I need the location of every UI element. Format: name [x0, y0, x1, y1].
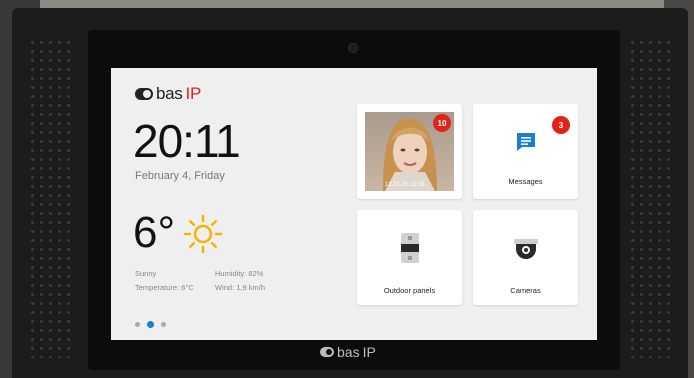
speaker-grille-left	[28, 38, 72, 358]
intercom-device: bas IP 20:11 February 4, Friday 6° Sunny…	[12, 8, 688, 378]
messages-tile[interactable]: 3 Messages	[473, 104, 578, 199]
cameras-label: Cameras	[510, 286, 541, 295]
logo-mark-icon	[135, 88, 153, 100]
weather-humidity: Humidity: 82%	[215, 269, 264, 278]
page-dot[interactable]	[135, 322, 140, 327]
visitor-badge: 10	[433, 114, 451, 132]
sun-icon	[183, 214, 223, 254]
cameras-tile[interactable]: Cameras	[473, 210, 578, 305]
clock-time: 20:11	[133, 115, 241, 167]
weather-wind: Wind: 1,9 km/h	[215, 283, 266, 292]
outdoor-panel-icon	[401, 233, 419, 263]
visitor-timestamp: 12.01.20 22:01	[385, 182, 426, 188]
page-dot[interactable]	[161, 322, 166, 327]
brand-accent: IP	[185, 84, 202, 103]
bezel-brand-logo: bas IP	[320, 344, 376, 360]
page-indicator[interactable]	[135, 321, 166, 328]
weather-temperature-line: Temperature: 6°C	[135, 283, 194, 292]
front-camera-icon	[348, 43, 358, 53]
weather-temperature: 6°	[133, 208, 176, 257]
message-icon	[517, 133, 535, 151]
home-screen[interactable]: bas IP 20:11 February 4, Friday 6° Sunny…	[111, 68, 597, 340]
screen-bezel: bas IP 20:11 February 4, Friday 6° Sunny…	[88, 30, 620, 370]
clock-date: February 4, Friday	[135, 170, 225, 182]
page-dot-active[interactable]	[147, 321, 154, 328]
bezel-brand-accent: IP	[362, 344, 376, 360]
bezel-brand-prefix: bas	[337, 344, 360, 360]
messages-badge: 3	[552, 116, 570, 134]
brand-logo: bas IP	[135, 84, 201, 104]
visitor-tile[interactable]: 12.01.20 22:01 10	[357, 104, 462, 199]
bezel-logo-mark-icon	[320, 347, 334, 357]
dome-camera-icon	[514, 239, 538, 259]
weather-condition: Sunny	[135, 269, 157, 278]
outdoor-panels-label: Outdoor panels	[383, 286, 436, 295]
speaker-grille-right	[628, 38, 672, 358]
messages-label: Messages	[508, 177, 543, 186]
brand-prefix: bas	[156, 84, 183, 103]
outdoor-panels-tile[interactable]: Outdoor panels	[357, 210, 462, 305]
